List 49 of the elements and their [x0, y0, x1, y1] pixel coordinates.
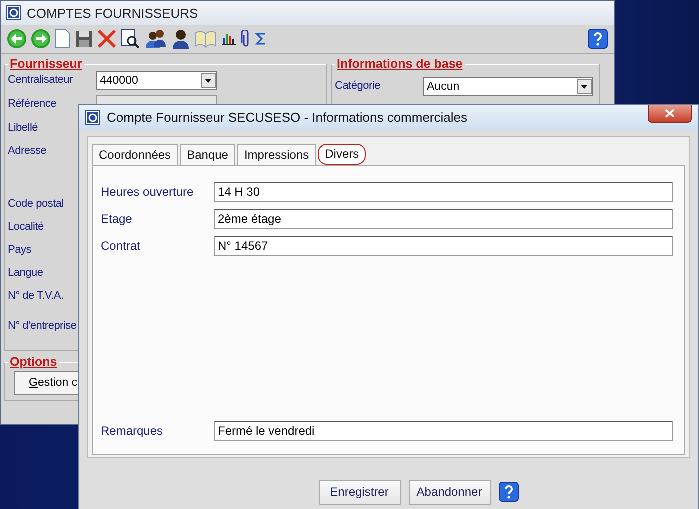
- tab[interactable]: Banque: [180, 144, 236, 165]
- app-logo-icon: [6, 5, 22, 21]
- people-icon[interactable]: [145, 29, 167, 49]
- dropdown-field[interactable]: Aucun: [423, 77, 593, 96]
- document-search-icon[interactable]: [121, 29, 141, 49]
- manage-button[interactable]: Gestion c: [14, 371, 78, 395]
- dialog-title: Compte Fournisseur SECUSESO - Informations commerciales: [107, 110, 468, 125]
- close-icon[interactable]: [665, 109, 675, 118]
- dialog-button[interactable]: Enregistrer: [318, 480, 400, 504]
- tab[interactable]: Coordonnées: [92, 144, 178, 165]
- field-label: Langue: [8, 266, 44, 279]
- field-label: Heures ouverture: [101, 184, 195, 198]
- field-label: Catégorie: [335, 79, 382, 92]
- bar-chart-icon[interactable]: [221, 32, 237, 46]
- save-icon[interactable]: [75, 30, 93, 48]
- forward-arrow-icon[interactable]: [31, 29, 51, 49]
- field-label: Contrat: [101, 238, 142, 252]
- field-label: N° de T.V.A.: [8, 289, 64, 302]
- field-label: Libellé: [8, 121, 38, 134]
- dropdown-field[interactable]: 440000: [96, 71, 217, 90]
- field-label: Pays: [8, 243, 32, 256]
- dialog-button[interactable]: Abandonner: [408, 480, 490, 504]
- app-logo-icon: [85, 110, 101, 126]
- field-label: Etage: [101, 212, 134, 226]
- sum-icon[interactable]: [255, 32, 267, 46]
- field-label: Référence: [8, 97, 58, 110]
- help-icon[interactable]: [588, 29, 608, 49]
- tab[interactable]: Impressions: [237, 144, 316, 165]
- tab[interactable]: Divers: [318, 144, 366, 165]
- section-heading: Informations de base: [336, 57, 464, 71]
- close-button[interactable]: [648, 105, 692, 123]
- paperclip-icon[interactable]: [241, 30, 251, 48]
- field-label: Localité: [8, 220, 44, 233]
- section-heading: Options: [9, 355, 58, 369]
- new-document-icon[interactable]: [55, 29, 71, 49]
- field-label: Adresse: [8, 144, 47, 157]
- window-title: COMPTES FOURNISSEURS: [27, 6, 198, 20]
- field-label: N° d'entreprise: [8, 319, 77, 332]
- text-field[interactable]: 2ème étage: [214, 208, 673, 228]
- text-field[interactable]: 14 H 30: [214, 182, 673, 202]
- text-field[interactable]: N° 14567: [214, 236, 673, 256]
- text-field[interactable]: Fermé le vendredi: [214, 420, 673, 440]
- field-label: Centralisateur: [8, 73, 74, 86]
- field-label: Remarques: [101, 424, 164, 438]
- back-arrow-icon[interactable]: [7, 29, 27, 49]
- person-icon[interactable]: [171, 29, 191, 49]
- field-label: Code postal: [8, 197, 64, 210]
- section-heading: Fournisseur: [9, 57, 84, 71]
- help-icon[interactable]: [498, 482, 518, 502]
